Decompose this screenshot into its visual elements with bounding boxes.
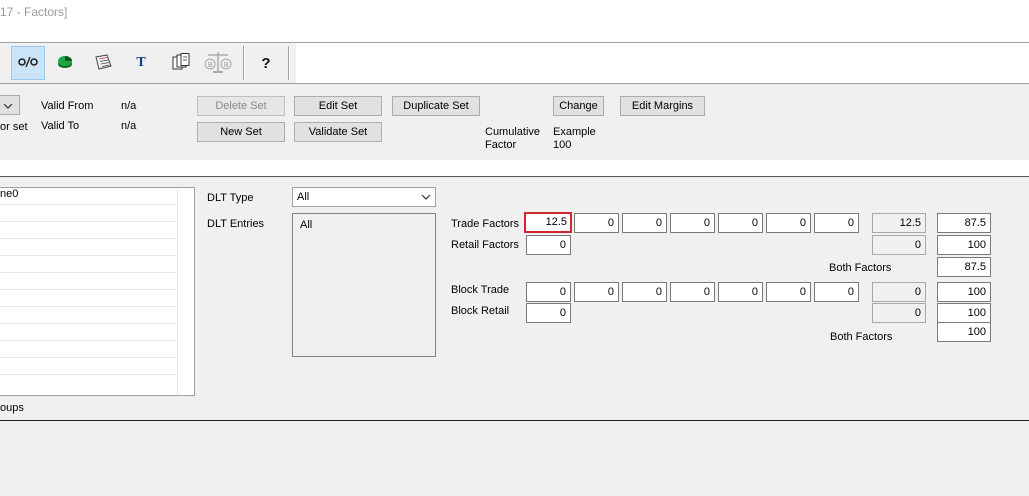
svg-text:B: B [224, 62, 229, 69]
block-trade-input-4[interactable]: 0 [670, 282, 715, 302]
list-item[interactable] [0, 205, 178, 222]
both-factors-label: Both Factors [829, 262, 892, 274]
new-set-button[interactable]: New Set [197, 122, 285, 142]
trade-factor-input-5[interactable]: 0 [718, 213, 763, 233]
list-item[interactable] [0, 324, 178, 341]
window-title: 17 - Factors] [0, 5, 68, 19]
block-trade-input-6[interactable]: 0 [766, 282, 811, 302]
trade-factor-total: 12.5 [872, 213, 926, 233]
change-button[interactable]: Change [553, 96, 604, 116]
svg-text:B: B [208, 62, 213, 69]
delete-set-button[interactable]: Delete Set [197, 96, 285, 116]
block-trade-input-2[interactable]: 0 [574, 282, 619, 302]
percent-icon [17, 55, 39, 72]
validate-set-button[interactable]: Validate Set [294, 122, 382, 142]
retail-factor-input[interactable]: 0 [526, 235, 571, 255]
pie-chart-icon [56, 54, 74, 73]
dlt-entry-item[interactable]: All [300, 219, 312, 231]
dlt-type-select[interactable]: All [292, 187, 436, 207]
list-item[interactable] [0, 307, 178, 324]
groups-list[interactable]: ne0 [0, 187, 195, 396]
valid-from-value: n/a [121, 100, 137, 112]
list-column-divider [177, 188, 178, 395]
edit-margins-button[interactable]: Edit Margins [620, 96, 705, 116]
example-label: Example [553, 126, 596, 138]
example-value: 100 [553, 139, 572, 151]
list-item[interactable] [0, 290, 178, 307]
block-trade-label: Block Trade [451, 284, 510, 296]
list-item[interactable] [0, 341, 178, 358]
block-trade-input-3[interactable]: 0 [622, 282, 667, 302]
list-item[interactable] [0, 222, 178, 239]
list-header-label: ne0 [0, 188, 19, 200]
documents-icon [171, 52, 191, 74]
factor-set-dropdown-button[interactable] [0, 95, 20, 115]
trade-factor-result[interactable]: 87.5 [937, 213, 991, 233]
groups-label: oups [0, 402, 24, 414]
text-t-icon: T [136, 55, 146, 70]
factor-set-label: or set [0, 121, 28, 133]
section-divider [0, 176, 1029, 177]
trade-factor-input-7[interactable]: 0 [814, 213, 859, 233]
retail-factors-label: Retail Factors [451, 239, 519, 251]
block-retail-input[interactable]: 0 [526, 303, 571, 323]
both-factors-result[interactable]: 87.5 [937, 257, 991, 277]
trade-factor-input-1[interactable]: 12.5 [524, 212, 572, 233]
block-trade-input-7[interactable]: 0 [814, 282, 859, 302]
trade-factors-label: Trade Factors [451, 218, 520, 230]
documents-button[interactable] [164, 46, 198, 80]
ledger-button[interactable] [86, 46, 120, 80]
cumulative-factor-label-line2: Factor [485, 139, 517, 151]
block-trade-input-5[interactable]: 0 [718, 282, 763, 302]
toolbar-empty-area [296, 43, 1029, 83]
block-both-factors-label: Both Factors [830, 331, 893, 343]
toolbar-divider [0, 83, 1029, 84]
help-button[interactable]: ? [249, 46, 283, 80]
retail-factor-total: 0 [872, 235, 926, 255]
block-trade-result[interactable]: 100 [937, 282, 991, 302]
list-item[interactable] [0, 273, 178, 290]
list-item[interactable] [0, 239, 178, 256]
list-item[interactable] [0, 375, 178, 392]
block-trade-input-1[interactable]: 0 [526, 282, 571, 302]
trade-factor-input-3[interactable]: 0 [622, 213, 667, 233]
chevron-down-icon [3, 103, 13, 109]
help-question-icon: ? [261, 54, 271, 72]
block-trade-total: 0 [872, 282, 926, 302]
block-retail-total: 0 [872, 303, 926, 323]
list-item[interactable] [0, 256, 178, 273]
retail-factor-result[interactable]: 100 [937, 235, 991, 255]
balance-scale-button[interactable]: B B [201, 46, 235, 80]
block-both-factors-result[interactable]: 100 [937, 322, 991, 342]
list-header[interactable]: ne0 [0, 188, 178, 205]
cumulative-factor-label: Cumulative [485, 126, 541, 138]
chevron-down-icon [421, 190, 431, 207]
duplicate-set-button[interactable]: Duplicate Set [392, 96, 480, 116]
valid-from-label: Valid From [41, 100, 94, 112]
toolbar-separator [288, 46, 289, 80]
dlt-type-label: DLT Type [207, 192, 254, 204]
dlt-entries-label: DLT Entries [207, 218, 265, 230]
trade-factor-input-4[interactable]: 0 [670, 213, 715, 233]
title-bar: 17 - Factors] [0, 0, 1029, 42]
text-button[interactable]: T [124, 46, 158, 80]
valid-to-label: Valid To [41, 120, 80, 132]
bottom-divider [0, 420, 1029, 421]
balance-scale-icon: B B [203, 49, 233, 78]
pie-chart-button[interactable] [48, 46, 82, 80]
valid-to-value: n/a [121, 120, 137, 132]
ledger-icon [93, 53, 113, 73]
block-retail-label: Block Retail [451, 305, 510, 317]
dlt-entries-list[interactable]: All [292, 213, 436, 357]
toolbar-separator [243, 46, 244, 80]
block-retail-result[interactable]: 100 [937, 303, 991, 323]
edit-set-button[interactable]: Edit Set [294, 96, 382, 116]
list-item[interactable] [0, 358, 178, 375]
trade-factor-input-6[interactable]: 0 [766, 213, 811, 233]
dlt-type-value: All [297, 191, 310, 203]
percent-toggle-button[interactable] [11, 46, 45, 80]
trade-factor-input-2[interactable]: 0 [574, 213, 619, 233]
header-spacer [0, 160, 1029, 176]
